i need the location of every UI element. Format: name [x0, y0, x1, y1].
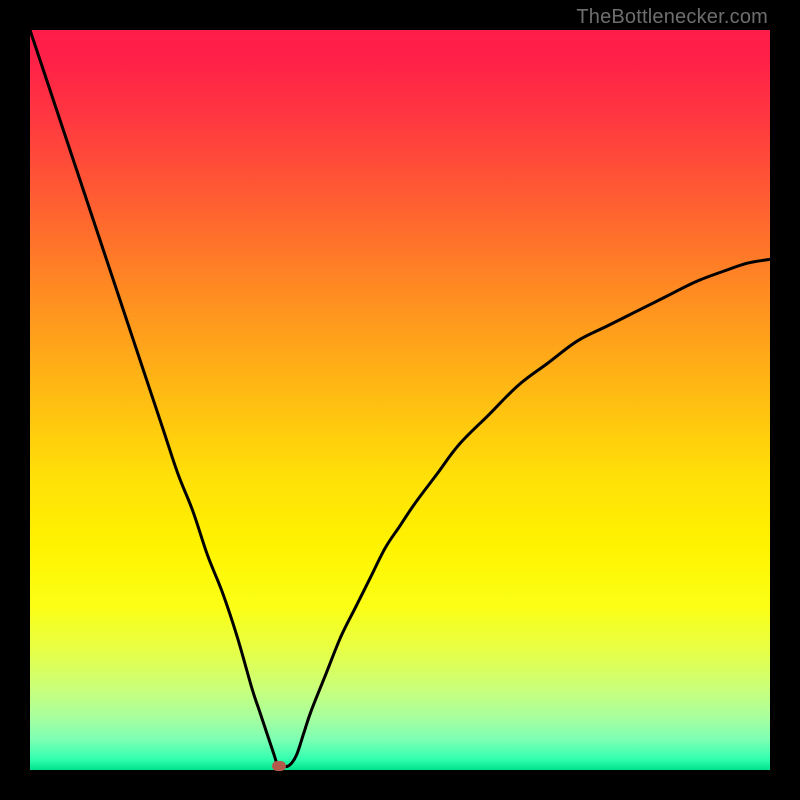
optimal-point-marker [272, 761, 286, 771]
bottleneck-chart [30, 30, 770, 770]
chart-frame [30, 30, 770, 770]
watermark-text: TheBottlenecker.com [576, 6, 768, 29]
gradient-background [30, 30, 770, 770]
